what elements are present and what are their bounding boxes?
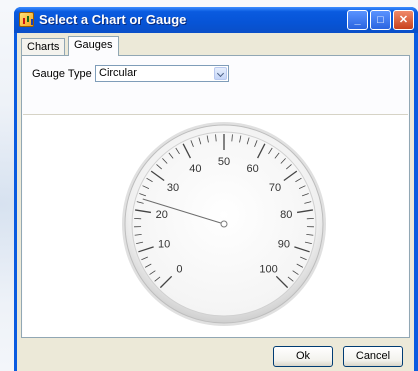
gauge-type-label: Gauge Type — [32, 68, 92, 80]
window-title: Select a Chart or Gauge — [39, 12, 187, 27]
title-bar[interactable]: Select a Chart or Gauge _ □ ✕ — [14, 7, 418, 33]
close-icon: ✕ — [398, 14, 409, 26]
tab-gauges[interactable]: Gauges — [68, 36, 119, 56]
minimize-icon: _ — [354, 14, 361, 26]
gauge-tick-label: 80 — [280, 209, 292, 221]
gauge-tick-label: 30 — [167, 182, 179, 194]
dialog-window: Select a Chart or Gauge _ □ ✕ Charts Gau… — [14, 7, 418, 371]
minimize-button[interactable]: _ — [347, 10, 368, 30]
ok-button[interactable]: Ok — [273, 346, 333, 367]
gauge-tick-label: 100 — [259, 264, 277, 276]
gauge-tick-label: 70 — [269, 182, 281, 194]
close-button[interactable]: ✕ — [393, 10, 414, 30]
gauge-tick-label: 60 — [246, 163, 258, 175]
cancel-button[interactable]: Cancel — [343, 346, 403, 367]
gauge-tick-label: 90 — [278, 238, 290, 250]
maximize-button[interactable]: □ — [370, 10, 391, 30]
gauge-tick-label: 10 — [158, 238, 170, 250]
gauge-tick-label: 40 — [189, 163, 201, 175]
app-chart-icon — [19, 12, 34, 27]
maximize-icon: □ — [377, 14, 384, 26]
gauge-tick-label: 50 — [218, 156, 230, 168]
gauge-type-value: Circular — [99, 67, 137, 79]
gauge-needle-cap — [220, 220, 228, 228]
gauge-type-select[interactable]: Circular — [95, 65, 229, 82]
gauge-tick-label: 20 — [156, 209, 168, 221]
tab-charts[interactable]: Charts — [21, 38, 66, 55]
gauge-preview: 0 10 20 30 40 50 60 70 80 90 100 — [23, 114, 408, 337]
chevron-down-icon[interactable] — [214, 67, 227, 80]
gauge-tick-label: 0 — [176, 264, 182, 276]
gauges-tab-panel: Gauge Type Circular 0 10 20 30 40 50 60 … — [21, 55, 410, 338]
circular-gauge: 0 10 20 30 40 50 60 70 80 90 100 — [122, 122, 326, 326]
dialog-client-area: Charts Gauges Gauge Type Circular 0 10 2… — [17, 33, 414, 371]
